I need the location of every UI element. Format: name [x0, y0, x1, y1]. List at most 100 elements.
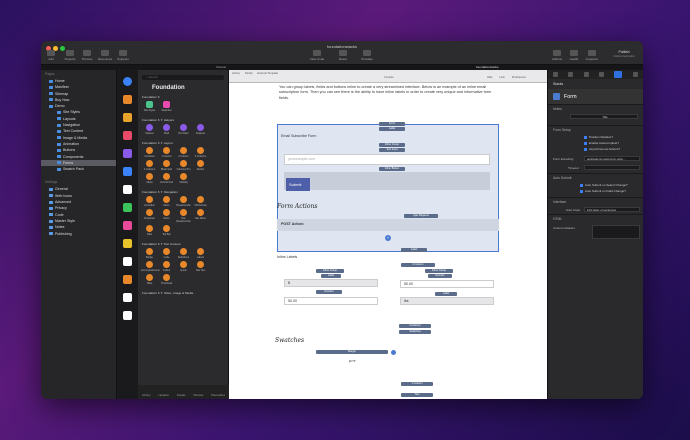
toolbar-simulate-button[interactable]: Simulate [359, 50, 375, 61]
autocomplete-checkbox[interactable]: Enable Autocomplete? [584, 141, 643, 146]
library-stack-item[interactable]: Dropdown [141, 209, 158, 223]
library-stack-item[interactable]: Nav Text [192, 261, 209, 272]
toolbar-projects-button[interactable]: Projects [62, 50, 78, 61]
library-stack-item[interactable]: Shell [158, 124, 175, 135]
label-pill-4[interactable]: Label [435, 292, 457, 296]
sidebar-tab[interactable]: Sidebar [216, 65, 226, 69]
library-stack-item[interactable]: Callout [158, 261, 175, 272]
stacks-tab-icon[interactable] [614, 71, 623, 78]
library-stack-item[interactable]: 3 Columns [192, 147, 209, 158]
inline-group-pill[interactable]: Inline Group [379, 143, 405, 147]
number-pill-2[interactable]: Number [316, 290, 342, 294]
label-pill-3[interactable]: Label [321, 274, 341, 278]
library-stack-item[interactable]: Site Styles [141, 101, 158, 112]
library-stack-item[interactable]: 4 Columns [141, 160, 158, 171]
inspector-tab-3-icon[interactable] [583, 72, 589, 77]
lock-button[interactable]: Lock [499, 76, 504, 79]
chat-icon[interactable] [123, 275, 132, 284]
library-stack-item[interactable]: 2 Column [175, 147, 192, 158]
preferences-button[interactable]: Preferences [512, 76, 526, 79]
library-stack-item[interactable]: Columns Pro [175, 160, 192, 171]
inspector-tab-2-icon[interactable] [568, 72, 574, 77]
library-stack-item[interactable]: Nav Breadcrumbs [175, 209, 192, 223]
library-stack-item[interactable]: Badge [141, 248, 158, 259]
inline-group-pill-2[interactable]: Inline Group [316, 269, 344, 273]
email-input[interactable]: youexample.com [284, 154, 490, 165]
library-bottom-details-button[interactable]: Details [177, 393, 186, 397]
library-stack-item[interactable]: Menu [158, 196, 175, 207]
inspector-tab-4-icon[interactable] [599, 72, 605, 77]
library-stack-item[interactable]: Container [141, 147, 158, 158]
mail-icon[interactable] [123, 149, 132, 158]
one-column-pill[interactable]: 1 Column [401, 382, 433, 386]
layers-icon[interactable] [123, 203, 132, 212]
bubble-icon[interactable] [123, 221, 132, 230]
phone-icon[interactable] [123, 257, 132, 266]
toolbar-inspector-button[interactable]: Inspector [584, 50, 600, 61]
library-stack-item[interactable]: Accomplishments [141, 261, 160, 272]
position-relative-checkbox[interactable]: Position Relative? [584, 135, 643, 140]
text-pill[interactable]: Text [401, 393, 433, 397]
form-pill[interactable]: Form [379, 122, 405, 126]
library-stack-item[interactable]: Labels [192, 248, 209, 259]
swatches-pill[interactable]: Swatches [399, 330, 431, 334]
auto-submit-field-checkbox[interactable]: Auto Submit on Field Change? [580, 189, 643, 194]
encoding-select[interactable]: application/x-www-form-urlen... [584, 156, 640, 161]
form-setup-section[interactable]: Form Setup [548, 125, 643, 134]
margin-add-button[interactable] [391, 350, 396, 355]
value-field-2[interactable]: 50.00 [284, 297, 378, 305]
dollar-field[interactable]: $ [284, 279, 378, 287]
margin-pill[interactable]: Margin [316, 350, 388, 354]
html-section[interactable]: HTML [548, 214, 643, 223]
puzzle-icon[interactable] [123, 239, 132, 248]
library-stack-item[interactable]: Thumbnail [158, 274, 175, 285]
library-bottom-window-button[interactable]: Window [193, 393, 203, 397]
library-toggle[interactable]: Library [232, 72, 240, 75]
publish-button[interactable]: Publish Untitled destination [607, 50, 641, 58]
auto-submit-select-checkbox[interactable]: Auto Submit on Select Change? [580, 183, 643, 188]
heart-icon[interactable] [123, 131, 132, 140]
two-column-pill[interactable]: 2 Column [401, 263, 435, 267]
inline-button-pill[interactable]: Inline Button [379, 167, 405, 171]
inline-group-pill-3[interactable]: Inline Group [425, 269, 453, 273]
number-pill[interactable]: Number [428, 274, 452, 278]
console-button[interactable]: Console [384, 76, 394, 79]
library-stack-item[interactable]: Divider [192, 160, 209, 171]
inspector-tab-1-icon[interactable] [553, 72, 559, 77]
value-field-1[interactable]: 50.00 [400, 280, 494, 288]
library-stack-item[interactable]: Div Class [175, 124, 192, 135]
async-checkbox[interactable]: Asynchronous Actions? [584, 147, 643, 152]
library-stack-item[interactable]: Tabs [141, 225, 158, 236]
toolbar-snippets-button[interactable]: Snippets [115, 50, 131, 61]
library-stack-item[interactable]: Breadcrumbs [175, 196, 192, 207]
library-stack-item[interactable]: 1 Column [158, 147, 175, 158]
library-stack-item[interactable]: Menu [158, 209, 175, 223]
library-bottom-updates-button[interactable]: Updates [158, 393, 168, 397]
library-stack-item[interactable]: Off-Canvas [192, 196, 209, 207]
toolbar-add-button[interactable]: Add [43, 50, 59, 61]
library-stack-item[interactable]: Nav Menu [192, 209, 209, 223]
library-stack-item[interactable]: Accordion [141, 196, 158, 207]
share-icon[interactable] [123, 311, 132, 320]
library-stack-item[interactable]: Quote [175, 261, 192, 272]
auto-submit-section[interactable]: Auto Submit [548, 173, 643, 182]
auto-caps-select[interactable]: First letter of sentences [584, 207, 640, 212]
library-search-input[interactable]: ⌕ Search [142, 75, 224, 80]
library-stack-item[interactable]: Top Bar [158, 225, 175, 236]
key-icon[interactable] [123, 95, 132, 104]
page-canvas[interactable]: You can group labels, fields and buttons… [229, 83, 547, 399]
library-stack-item[interactable]: Classes [141, 124, 158, 135]
toolbar-themes-button[interactable]: Themes [79, 50, 95, 61]
library-stack-item[interactable]: Definitions [175, 248, 192, 259]
library-stack-item[interactable]: Sticky [141, 173, 158, 184]
document-tab[interactable]: foundationstacks [476, 65, 499, 69]
lbs-field[interactable]: lbs [400, 297, 494, 305]
foundation-icon[interactable] [123, 77, 132, 86]
hide-button[interactable]: Hide [487, 76, 492, 79]
toolbar-addons-button[interactable]: Addons [549, 50, 565, 61]
title-field[interactable]: Title [570, 114, 638, 119]
add-button[interactable]: + [385, 235, 391, 241]
library-stack-item[interactable]: Table [141, 274, 158, 285]
timeout-field[interactable] [584, 165, 640, 170]
toolbar-view-code-button[interactable]: View Code [309, 50, 325, 61]
